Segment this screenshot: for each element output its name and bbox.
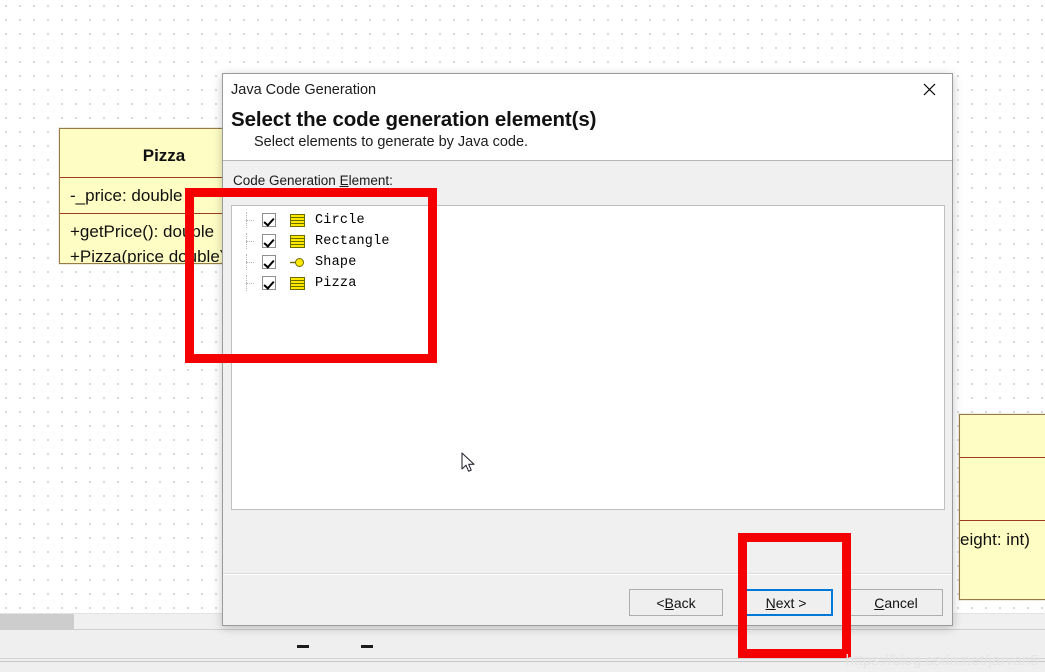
- uml-interface-icon: [290, 255, 306, 269]
- close-icon[interactable]: [906, 74, 952, 105]
- checkbox-shape[interactable]: [262, 255, 276, 269]
- cancel-button-accelerator: C: [874, 594, 885, 611]
- page-title: Select the code generation element(s): [231, 108, 597, 131]
- page-subtitle: Select elements to generate by Java code…: [254, 134, 529, 150]
- deselect-all-button[interactable]: [361, 645, 373, 648]
- tree-item-rectangle[interactable]: Rectangle: [232, 233, 944, 249]
- checkbox-pizza[interactable]: [262, 276, 276, 290]
- code-generation-element-label: Code Generation Element:: [233, 173, 944, 188]
- scrollbar-thumb[interactable]: [0, 614, 74, 630]
- next-button[interactable]: Next >: [739, 589, 833, 616]
- tree-item-label: Shape: [315, 254, 357, 270]
- uml-class-icon: [290, 213, 306, 227]
- select-all-button[interactable]: [297, 645, 309, 648]
- uml-operation-area-partial: eight: int): [960, 521, 1045, 599]
- tree-guide-connector: [246, 241, 254, 242]
- back-button-accelerator: B: [664, 594, 674, 611]
- tree-guide-connector: [246, 283, 254, 284]
- screen: Pizza -_price: double +getPrice(): doubl…: [0, 0, 1045, 672]
- dialog-footer: < Back Next > Cancel: [223, 573, 952, 625]
- tree-item-pizza[interactable]: Pizza: [232, 275, 944, 291]
- tree-item-shape[interactable]: Shape: [232, 254, 944, 270]
- back-button[interactable]: < Back: [629, 589, 723, 616]
- tree-item-circle[interactable]: Circle: [232, 212, 944, 228]
- uml-class-partial-right[interactable]: eight: int): [958, 413, 1045, 601]
- label-suffix: lement:: [348, 173, 393, 188]
- back-button-suffix: ack: [673, 594, 696, 611]
- dialog-body: Code Generation Element: Circle Rectangl…: [223, 161, 952, 648]
- dialog-header: Select the code generation element(s) Se…: [223, 106, 952, 161]
- uml-attribute-area-partial: [960, 458, 1045, 520]
- footer-highlight: [223, 574, 952, 575]
- checkbox-rectangle[interactable]: [262, 234, 276, 248]
- uml-operation-row: eight: int): [960, 530, 1030, 549]
- cancel-button[interactable]: Cancel: [849, 589, 943, 616]
- cancel-button-suffix: ancel: [884, 594, 918, 611]
- tree-guide-connector: [246, 220, 254, 221]
- back-button-prefix: <: [656, 594, 665, 611]
- java-code-generation-dialog[interactable]: Java Code Generation Select the code gen…: [222, 73, 953, 648]
- uml-class-icon: [290, 234, 306, 248]
- checkbox-circle[interactable]: [262, 213, 276, 227]
- dialog-button-row: < Back Next > Cancel: [629, 589, 943, 616]
- tree-guide-connector: [246, 262, 254, 263]
- tree-item-label: Circle: [315, 212, 365, 228]
- watermark: https://blog.csdn.net/jarvan5: [845, 652, 1039, 669]
- next-button-accelerator: N: [765, 594, 776, 611]
- dialog-titlebar[interactable]: Java Code Generation: [223, 74, 952, 106]
- uml-class-title-partial: [960, 415, 1045, 457]
- tree-item-label: Pizza: [315, 275, 357, 291]
- uml-class-icon: [290, 276, 306, 290]
- tree-item-label: Rectangle: [315, 233, 390, 249]
- code-generation-element-tree[interactable]: Circle Rectangle Shape Pizza: [231, 205, 945, 510]
- label-prefix: Code Generation: [233, 173, 340, 188]
- dialog-title: Java Code Generation: [231, 82, 377, 98]
- next-button-suffix: ext >: [775, 594, 807, 611]
- label-accelerator: E: [339, 173, 349, 188]
